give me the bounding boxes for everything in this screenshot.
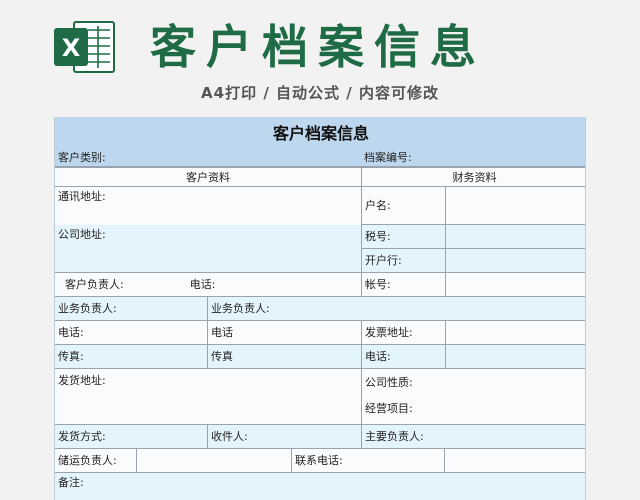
ship-method-label[interactable]: 发货方式: <box>55 425 208 449</box>
biz-manager-label-2[interactable]: 业务负责人: <box>208 297 585 321</box>
company-nature-label: 公司性质: <box>365 376 413 389</box>
fax-label-b[interactable]: 传真 <box>208 345 362 369</box>
customer-form-sheet: 客户档案信息 客户类别: 档案编号: 客户资料 财务资料 通讯地址: 户名: 公… <box>54 117 586 500</box>
account-no-input[interactable] <box>446 273 585 297</box>
invoice-address-input[interactable] <box>446 321 585 345</box>
section-customer-info: 客户资料 <box>55 167 362 187</box>
customer-manager-text: 客户负责人: <box>65 278 124 291</box>
customer-phone-text: 电话: <box>189 278 216 291</box>
account-name-input[interactable] <box>446 187 585 225</box>
excel-logo-icon: X <box>52 18 116 76</box>
svg-text:X: X <box>62 34 81 62</box>
phone-label-c: 电话: <box>362 345 446 369</box>
bank-input[interactable] <box>446 249 585 273</box>
account-no-label: 帐号: <box>362 273 446 297</box>
receiver-label[interactable]: 收件人: <box>208 425 362 449</box>
tax-no-label: 税号: <box>362 225 446 249</box>
contact-label: 联系电话: <box>292 449 445 473</box>
biz-manager-label-1[interactable]: 业务负责人: <box>55 297 208 321</box>
bank-label: 开户行: <box>362 249 446 273</box>
business-scope-label: 经营项目: <box>365 402 413 415</box>
phone-input-c[interactable] <box>446 345 585 369</box>
storage-manager-input[interactable] <box>137 449 292 473</box>
main-manager-label[interactable]: 主要负责人: <box>362 425 585 449</box>
ship-address-field[interactable]: 发货地址: <box>55 369 362 425</box>
section-finance-info: 财务资料 <box>362 167 585 187</box>
contact-input[interactable] <box>445 449 585 473</box>
invoice-address-label: 发票地址: <box>362 321 446 345</box>
company-nature-block[interactable]: 公司性质: 经营项目: <box>362 369 585 425</box>
remarks-field[interactable]: 备注: <box>55 473 585 500</box>
company-address-field[interactable]: 公司地址: <box>55 225 362 273</box>
fax-label-a[interactable]: 传真: <box>55 345 208 369</box>
customer-manager-label[interactable]: 客户负责人: 电话: <box>55 273 362 297</box>
phone-label-b[interactable]: 电话 <box>208 321 362 345</box>
storage-manager-label: 储运负责人: <box>55 449 137 473</box>
form-title: 客户档案信息 <box>55 117 585 151</box>
phone-label-a[interactable]: 电话: <box>55 321 208 345</box>
tax-no-input[interactable] <box>446 225 585 249</box>
account-name-label: 户名: <box>362 187 446 225</box>
page-subtitle: A4打印 / 自动公式 / 内容可修改 <box>201 84 439 102</box>
page-title: 客户档案信息 <box>150 20 486 74</box>
mail-address-field[interactable]: 通讯地址: <box>55 187 362 225</box>
customer-type-label[interactable]: 客户类别: <box>55 151 361 167</box>
file-no-label[interactable]: 档案编号: <box>361 151 585 167</box>
